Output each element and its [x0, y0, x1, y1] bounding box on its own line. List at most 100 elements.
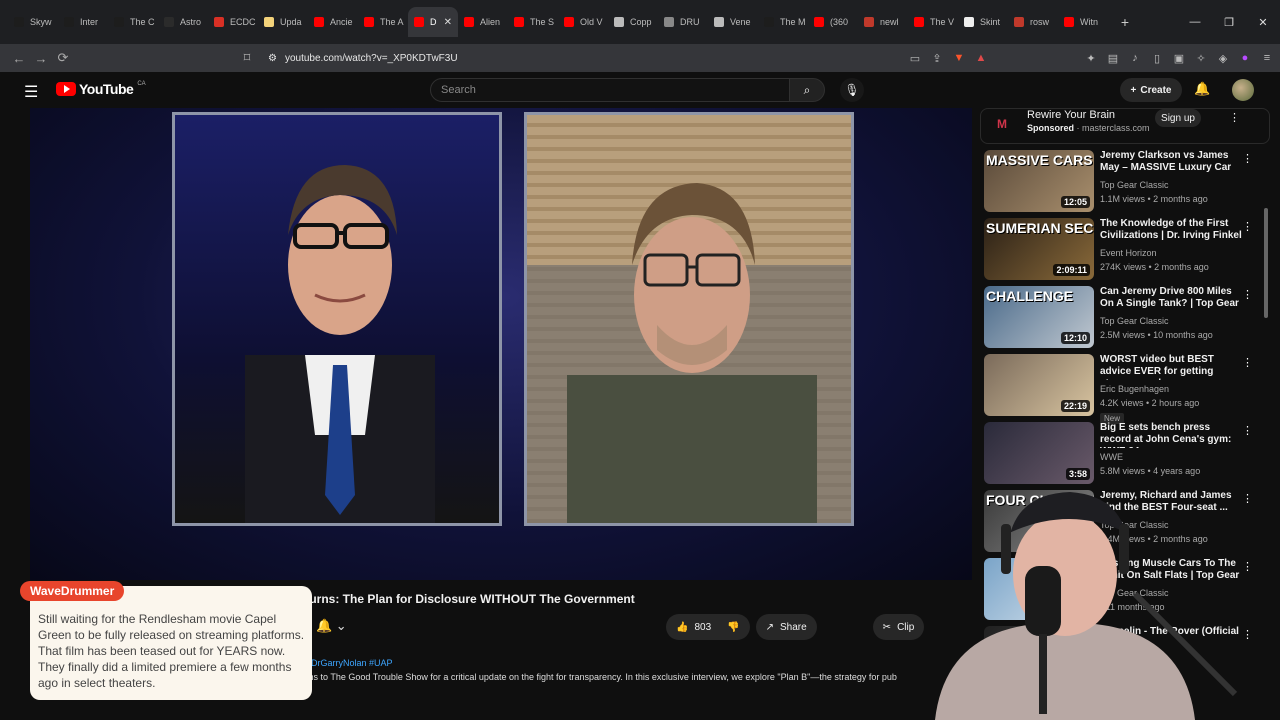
recommended-video[interactable]: SUMERIAN SECRETS 2:09:11 The Knowledge of …	[980, 218, 1270, 286]
video-thumbnail[interactable]: CHALLENGE 12:10	[984, 286, 1094, 348]
search-input[interactable]: Search	[430, 78, 790, 102]
ad-signup-button[interactable]: Sign up	[1155, 109, 1201, 127]
share-label: Share	[779, 621, 807, 633]
hamburger-menu-icon[interactable]: ☰	[24, 82, 38, 102]
channel-name[interactable]: Event Horizon	[1100, 248, 1242, 258]
tab-title: newl	[880, 17, 899, 27]
site-info-icon[interactable]: ⚙	[268, 53, 277, 64]
cast-icon[interactable]: ▭	[908, 52, 922, 65]
browser-tab[interactable]: Old V	[558, 7, 608, 37]
share-page-icon[interactable]: ⇪	[930, 52, 944, 65]
video-title[interactable]: Can Jeremy Drive 800 Miles On A Single T…	[1100, 286, 1242, 312]
music-icon[interactable]: ♪	[1128, 52, 1142, 64]
vpn-icon[interactable]: ◈	[1216, 52, 1230, 65]
sidebar-scrollbar[interactable]	[1264, 208, 1268, 318]
browser-tab[interactable]: ECDC	[208, 7, 258, 37]
video-title[interactable]: The Knowledge of the First Civilizations…	[1100, 218, 1242, 244]
channel-name[interactable]: Eric Bugenhagen	[1100, 384, 1242, 394]
globe-icon	[614, 17, 624, 27]
more-options-icon[interactable]: ⋮	[1242, 356, 1253, 369]
subscription-bell-icon[interactable]: 🔔 ⌄	[316, 618, 347, 634]
video-player[interactable]	[30, 108, 972, 580]
notifications-bell-icon[interactable]: 🔔	[1194, 81, 1210, 97]
browser-tab[interactable]: Skyw	[8, 7, 58, 37]
forward-icon[interactable]: →	[30, 44, 52, 72]
video-title[interactable]: Big E sets bench press record at John Ce…	[1100, 422, 1242, 448]
browser-tab[interactable]: Ancie	[308, 7, 358, 37]
back-icon[interactable]: ←	[8, 44, 30, 72]
minimize-icon[interactable]: —	[1178, 0, 1212, 44]
browser-tab[interactable]: Witn	[1058, 7, 1108, 37]
address-field[interactable]: ⚙ youtube.com/watch?v=_XP0KDTwF3U	[268, 48, 1008, 68]
channel-name[interactable]: Top Gear Classic	[1100, 316, 1242, 326]
browser-tab[interactable]: D ✕	[408, 7, 458, 37]
account-avatar[interactable]	[1232, 79, 1254, 101]
browser-tab[interactable]: Vene	[708, 7, 758, 37]
share-button[interactable]: ↗ Share	[755, 614, 817, 640]
youtube-logo[interactable]: YouTube CA	[56, 81, 146, 97]
thumbs-down-icon[interactable]: 👎	[727, 622, 739, 633]
video-thumbnail[interactable]: 22:19	[984, 354, 1094, 416]
sponsored-ad[interactable]: M Rewire Your Brain Sponsored · mastercl…	[980, 108, 1270, 144]
more-options-icon[interactable]: ⋮	[1242, 152, 1253, 165]
streamer-webcam	[905, 484, 1280, 720]
video-title[interactable]: Jeremy Clarkson vs James May – MASSIVE L…	[1100, 150, 1242, 176]
tab-close-icon[interactable]: ✕	[444, 17, 452, 28]
search-button[interactable]: ⌕	[789, 78, 825, 102]
video-hashtags[interactable]: DrGarryNolan #UAP	[311, 658, 393, 668]
browser-tab[interactable]: newl	[858, 7, 908, 37]
sidebar-icon[interactable]: ▯	[1150, 52, 1164, 65]
browser-tab[interactable]: The A	[358, 7, 408, 37]
reader-icon[interactable]: ▤	[1106, 52, 1120, 65]
recommended-video[interactable]: MASSIVE CARS 12:05 Jeremy Clarkson vs Jame…	[980, 150, 1270, 218]
like-button[interactable]: 👍 803 👎	[666, 614, 750, 640]
video-thumbnail[interactable]: MASSIVE CARS 12:05	[984, 150, 1094, 212]
voice-search-button[interactable]: 🎙	[840, 78, 864, 102]
close-icon[interactable]: ✕	[1246, 0, 1280, 44]
browser-tab[interactable]: The S	[508, 7, 558, 37]
tab-title: The M	[780, 17, 806, 27]
browser-tab[interactable]: (360	[808, 7, 858, 37]
more-options-icon[interactable]: ⋮	[1242, 220, 1253, 233]
more-options-icon[interactable]: ⋮	[1242, 288, 1253, 301]
browser-tab[interactable]: Copp	[608, 7, 658, 37]
wallet-icon[interactable]: ▣	[1172, 52, 1186, 65]
more-options-icon[interactable]: ⋮	[1229, 111, 1240, 124]
create-button[interactable]: + Create	[1120, 78, 1182, 102]
video-title[interactable]: WORST video but BEST advice EVER for get…	[1100, 354, 1242, 380]
menu-icon[interactable]: ≡	[1260, 52, 1274, 64]
browser-tab[interactable]: The M	[758, 7, 808, 37]
puzzle-icon[interactable]: ✦	[1084, 52, 1098, 65]
browser-tab[interactable]: Alien	[458, 7, 508, 37]
channel-name[interactable]: WWE	[1100, 452, 1242, 462]
brave-shield-icon[interactable]: ▼	[952, 52, 966, 64]
profile-icon[interactable]: ●	[1238, 52, 1252, 64]
scissors-icon: ✂	[882, 621, 892, 633]
brave-rewards-icon[interactable]: ▲	[974, 52, 988, 64]
browser-tab[interactable]: Astro	[158, 7, 208, 37]
browser-tab[interactable]: The V	[908, 7, 958, 37]
video-thumbnail[interactable]: SUMERIAN SECRETS 2:09:11	[984, 218, 1094, 280]
youtube-icon	[314, 17, 324, 27]
recommended-video[interactable]: CHALLENGE 12:10 Can Jeremy Drive 800 Miles…	[980, 286, 1270, 354]
bookmark-icon[interactable]: ⌑	[236, 44, 258, 72]
browser-tab[interactable]: The C	[108, 7, 158, 37]
browser-tab[interactable]: Inter	[58, 7, 108, 37]
browser-tab[interactable]: DRU	[658, 7, 708, 37]
x-icon	[64, 17, 74, 27]
recommended-video[interactable]: 22:19 WORST video but BEST advice EVER fo…	[980, 354, 1270, 424]
video-thumbnail[interactable]: 3:58	[984, 422, 1094, 484]
channel-name[interactable]: Top Gear Classic	[1100, 180, 1242, 190]
video-description[interactable]: returns to The Good Trouble Show for a c…	[290, 672, 920, 682]
doc-icon	[164, 17, 174, 27]
reload-icon[interactable]: ⟳	[52, 44, 74, 72]
browser-tab[interactable]: rosw	[1008, 7, 1058, 37]
recommended-video[interactable]: 3:58 Big E sets bench press record at Joh…	[980, 422, 1270, 490]
tab-title: Alien	[480, 17, 501, 27]
more-options-icon[interactable]: ⋮	[1242, 424, 1253, 437]
maximize-icon[interactable]: ❐	[1212, 0, 1246, 44]
leo-icon[interactable]: ✧	[1194, 52, 1208, 65]
new-tab-button[interactable]: +	[1114, 11, 1136, 33]
browser-tab[interactable]: Skint	[958, 7, 1008, 37]
browser-tab[interactable]: Upda	[258, 7, 308, 37]
